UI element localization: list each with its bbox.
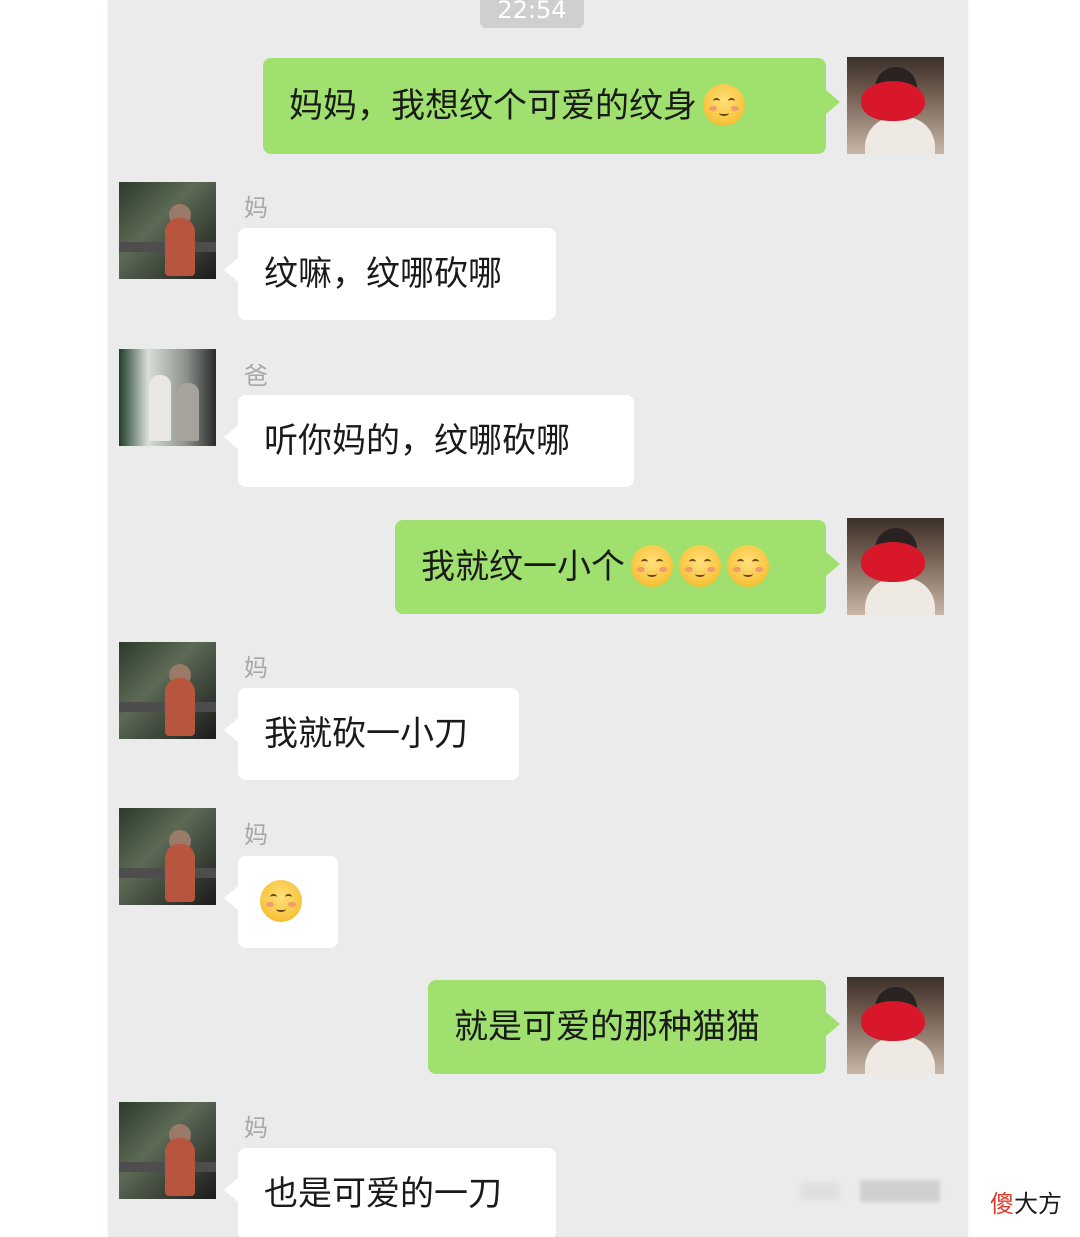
message-bubble-outgoing[interactable]: 我就纹一小个 <box>395 520 840 614</box>
watermark-text: 大方 <box>1014 1190 1062 1218</box>
mom-avatar[interactable] <box>119 182 216 279</box>
message-timestamp: 22:54 <box>480 0 584 28</box>
smile-emoji-icon <box>260 879 302 922</box>
message-text: 我就砍一小刀 <box>264 714 468 754</box>
message-bubble-incoming[interactable]: 也是可爱的一刀 <box>224 1148 556 1237</box>
self-avatar[interactable] <box>847 57 944 154</box>
message-bubble-outgoing[interactable]: 就是可爱的那种猫猫 <box>428 980 840 1074</box>
blurred-watermark <box>860 1180 940 1202</box>
message-bubble-incoming[interactable]: 听你妈的，纹哪砍哪 <box>224 395 634 487</box>
dad-avatar[interactable] <box>119 349 216 446</box>
message-text: 我就纹一小个 <box>421 547 625 587</box>
mom-avatar[interactable] <box>119 642 216 739</box>
blurred-watermark <box>800 1182 840 1200</box>
blush-smile-emoji-icon <box>679 544 721 587</box>
watermark-accent-char: 傻 <box>990 1190 1014 1218</box>
message-text: 就是可爱的那种猫猫 <box>454 1007 760 1047</box>
message-bubble-outgoing[interactable]: 妈妈，我想纹个可爱的纹身 <box>263 58 840 154</box>
message-bubble-incoming[interactable] <box>224 856 338 948</box>
message-text: 妈妈，我想纹个可爱的纹身 <box>289 86 697 126</box>
message-bubble-incoming[interactable]: 纹嘛，纹哪砍哪 <box>224 228 556 320</box>
blush-smile-emoji-icon <box>631 544 673 587</box>
self-avatar[interactable] <box>847 977 944 1074</box>
blush-smile-emoji-icon <box>703 83 745 126</box>
message-bubble-incoming[interactable]: 我就砍一小刀 <box>224 688 519 780</box>
self-avatar[interactable] <box>847 518 944 615</box>
message-text: 也是可爱的一刀 <box>264 1174 502 1214</box>
mom-avatar[interactable] <box>119 808 216 905</box>
blush-smile-emoji-icon <box>727 544 769 587</box>
mom-avatar[interactable] <box>119 1102 216 1199</box>
chat-screenshot: 22:54 妈妈，我想纹个可爱的纹身 妈妈 纹嘛，纹哪砍哪 爸爸 听你妈的，纹哪… <box>0 0 1080 1237</box>
message-text: 纹嘛，纹哪砍哪 <box>264 254 502 294</box>
source-watermark: 傻大方 <box>990 1184 1062 1219</box>
message-text: 听你妈的，纹哪砍哪 <box>264 421 570 461</box>
